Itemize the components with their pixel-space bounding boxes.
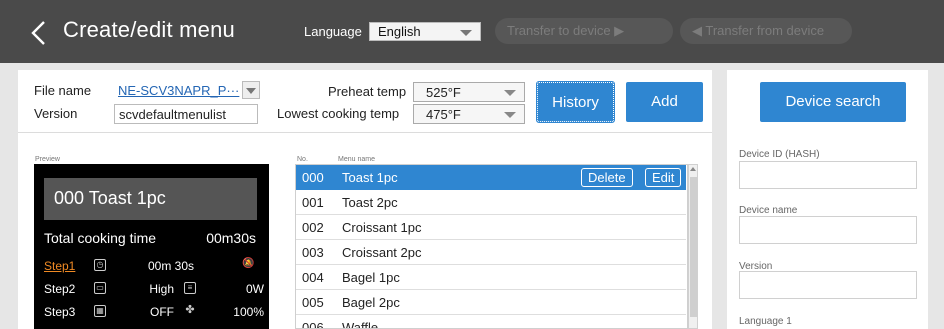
preheat-temp-value: 525°F [426, 85, 461, 100]
menu-no: 003 [302, 245, 324, 260]
clock-icon: ◷ [94, 259, 106, 271]
step-heater: OFF [150, 305, 174, 319]
step-time: 00m 30s [147, 259, 194, 273]
preheat-temp-label: Preheat temp [328, 84, 407, 99]
preview-step-3[interactable]: Step3 ▦ OFF ✤ 100% [44, 302, 264, 322]
list-item[interactable]: 004 Bagel 1pc [296, 265, 686, 290]
list-item[interactable]: 006 Waffle [296, 315, 686, 329]
menu-no: 004 [302, 270, 324, 285]
step-power: High [149, 282, 174, 296]
scroll-up-icon[interactable] [690, 167, 696, 171]
mute-icon: 🔕 [242, 258, 255, 269]
page-title: Create/edit menu [63, 17, 235, 42]
step-name: Step3 [44, 305, 76, 319]
total-cooking-time: Total cooking time 00m30s [44, 230, 264, 246]
edit-button[interactable]: Edit [645, 168, 682, 187]
language-select[interactable]: English [369, 22, 481, 41]
dropdown-arrow-icon [246, 88, 256, 94]
menu-name: Bagel 2pc [342, 295, 400, 310]
device-id-field[interactable] [739, 161, 917, 189]
menu-preview: 000 Toast 1pc Total cooking time 00m30s … [34, 164, 269, 329]
add-button[interactable]: Add [626, 82, 703, 122]
preview-title: 000 Toast 1pc [44, 178, 257, 220]
menu-name: Waffle [342, 320, 379, 329]
step-name[interactable]: Step1 [44, 259, 75, 273]
menu-name: Toast 1pc [342, 170, 398, 185]
device-panel: Device search Device ID (HASH) Device na… [727, 70, 928, 329]
heater-icon: ▦ [94, 305, 106, 317]
device-id-label: Device ID (HASH) [739, 149, 820, 160]
transfer-to-device-button[interactable]: Transfer to device ▶ [495, 18, 673, 44]
lowest-cooking-temp-label: Lowest cooking temp [277, 106, 400, 121]
menu-name: Bagel 1pc [342, 270, 400, 285]
delete-button[interactable]: Delete [581, 168, 633, 187]
back-chevron-icon[interactable] [28, 20, 50, 46]
menu-name: Croissant 1pc [342, 220, 422, 235]
language-label: Language [304, 24, 362, 39]
device-search-button[interactable]: Device search [760, 82, 906, 122]
divider [18, 132, 712, 133]
preview-step-2[interactable]: Step2 ▭ High ≡ 0W [44, 279, 264, 299]
step-name: Step2 [44, 282, 76, 296]
device-name-field[interactable] [739, 216, 917, 244]
history-button[interactable]: History [536, 81, 615, 123]
fan-icon: ✤ [185, 304, 195, 316]
menu-list-scrollbar[interactable] [688, 164, 698, 329]
app-header: Create/edit menu Language English Transf… [0, 0, 944, 63]
version-label: Version [34, 106, 78, 121]
menu-name-column-header: Menu name [338, 156, 375, 163]
version-field[interactable]: scvdefaultmenulist [114, 104, 258, 124]
total-cooking-time-value: 00m30s [206, 230, 256, 246]
lowest-cooking-temp-value: 475°F [426, 107, 461, 122]
menu-no: 001 [302, 195, 324, 210]
menu-name: Croissant 2pc [342, 245, 422, 260]
menu-no: 000 [302, 170, 324, 185]
language-value: English [378, 24, 421, 39]
menu-name: Toast 2pc [342, 195, 398, 210]
file-name-label: File name [34, 83, 92, 98]
preview-label: Preview [35, 156, 60, 163]
rack-icon: ≡ [184, 282, 196, 294]
file-name-link[interactable]: NE-SCV3NAPR_P··· [118, 83, 239, 98]
menu-no: 006 [302, 320, 324, 329]
scrollbar-thumb[interactable] [690, 177, 697, 317]
list-item[interactable]: 001 Toast 2pc [296, 190, 686, 215]
dropdown-arrow-icon [504, 90, 516, 96]
file-name-dropdown[interactable] [242, 81, 260, 99]
list-item[interactable]: 003 Croissant 2pc [296, 240, 686, 265]
list-item[interactable]: 002 Croissant 1pc [296, 215, 686, 240]
language-1-label: Language 1 [739, 316, 792, 327]
list-item[interactable]: 005 Bagel 2pc [296, 290, 686, 315]
power-level-icon: ▭ [94, 282, 106, 294]
lowest-cooking-temp-select[interactable]: 475°F [413, 104, 525, 124]
list-item[interactable]: 000 Toast 1pc Delete Edit [296, 165, 686, 190]
preheat-temp-select[interactable]: 525°F [413, 82, 525, 102]
main-panel: File name NE-SCV3NAPR_P··· Version scvde… [18, 70, 712, 329]
menu-no: 002 [302, 220, 324, 235]
device-name-label: Device name [739, 205, 798, 216]
dropdown-arrow-icon [504, 112, 516, 118]
no-column-header: No. [297, 156, 308, 163]
step-fan: 100% [233, 305, 264, 319]
transfer-from-device-button[interactable]: ◀ Transfer from device [680, 18, 852, 44]
preview-step-1[interactable]: Step1 ◷ 00m 30s 🔕 [44, 256, 264, 276]
dropdown-arrow-icon [460, 30, 472, 36]
menu-list[interactable]: 000 Toast 1pc Delete Edit 001 Toast 2pc … [295, 164, 688, 329]
device-version-field[interactable] [739, 271, 917, 299]
step-microwave: 0W [246, 282, 264, 296]
menu-no: 005 [302, 295, 324, 310]
total-cooking-time-label: Total cooking time [44, 230, 157, 246]
